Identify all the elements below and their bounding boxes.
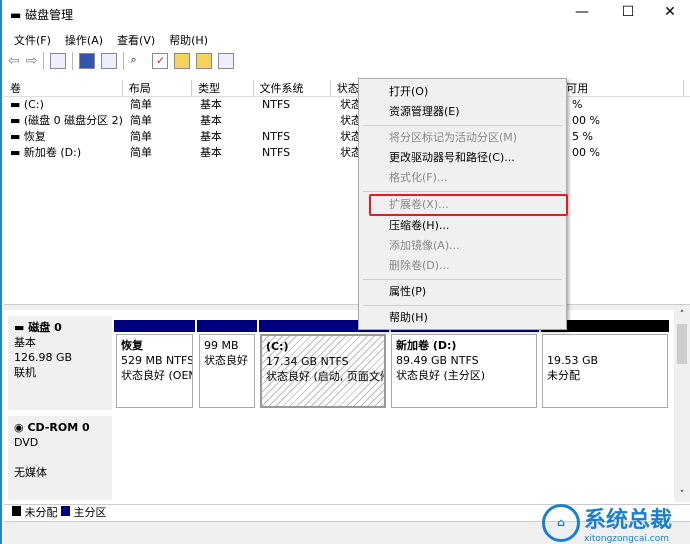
close-button[interactable]: ✕: [650, 4, 690, 20]
col-free[interactable]: 可用: [560, 80, 685, 96]
watermark-logo-icon: ⌂: [542, 504, 580, 542]
table-row[interactable]: ▬ (C:) 简单 基本 NTFS 状态%: [4, 97, 690, 113]
volume-list-header: 卷 布局 类型 文件系统 状态 可用: [4, 80, 690, 97]
partition-unallocated[interactable]: 19.53 GB 未分配: [542, 334, 668, 408]
console-tree-icon[interactable]: [50, 53, 67, 69]
volume-icon: ▬: [10, 98, 24, 111]
partition-recovery[interactable]: 恢复 529 MB NTFS 状态良好 (OEM: [116, 334, 193, 408]
menu-item-mark-active: 将分区标记为活动分区(M): [389, 131, 518, 144]
context-menu: 打开(O) 资源管理器(E) 将分区标记为活动分区(M) 更改驱动器号和路径(C…: [358, 78, 568, 330]
menu-file[interactable]: 文件(F): [14, 32, 51, 48]
properties-icon[interactable]: [218, 53, 235, 69]
maximize-button[interactable]: ☐: [608, 4, 648, 20]
table-row[interactable]: ▬ (磁盘 0 磁盘分区 2) 简单 基本 状态 00 %: [4, 113, 690, 129]
menu-item-add-mirror: 添加镜像(A)...: [389, 239, 460, 252]
forward-icon[interactable]: ⇨: [26, 53, 38, 69]
table-row[interactable]: ▬ 恢复 简单 基本 NTFS 状态 5 %: [4, 129, 690, 145]
col-type[interactable]: 类型: [192, 80, 254, 96]
highlight-box: [369, 194, 568, 216]
partition-c[interactable]: (C:) 17.34 GB NTFS 状态良好 (启动, 页面文件: [260, 334, 386, 408]
menu-help[interactable]: 帮助(H): [169, 32, 208, 48]
table-row[interactable]: ▬ 新加卷 (D:) 简单 基本 NTFS 状态 00 %: [4, 145, 690, 161]
app-icon: ▬: [10, 8, 26, 22]
minimize-button[interactable]: —: [562, 4, 602, 20]
menu-item-delete-volume: 删除卷(D)...: [389, 259, 450, 272]
check-icon[interactable]: ✓: [152, 53, 169, 69]
menu-item-change-drive-letter[interactable]: 更改驱动器号和路径(C)...: [389, 148, 515, 168]
legend-primary-swatch: [61, 506, 70, 516]
menu-item-format: 格式化(F)...: [389, 171, 448, 184]
window-title: ▬ 磁盘管理: [10, 8, 74, 22]
action-pane-icon[interactable]: [101, 53, 118, 69]
menu-item-open[interactable]: 打开(O): [389, 82, 428, 102]
help-icon[interactable]: [79, 53, 96, 69]
menu-action[interactable]: 操作(A): [65, 32, 103, 48]
disk-icon: ▬: [14, 321, 29, 334]
col-filesystem[interactable]: 文件系统: [254, 80, 331, 96]
search-icon[interactable]: [196, 53, 213, 69]
cdrom-label[interactable]: ◉ CD-ROM 0 DVD 无媒体: [8, 416, 112, 500]
menu-bar: 文件(F) 操作(A) 查看(V) 帮助(H): [14, 32, 208, 48]
col-layout[interactable]: 布局: [123, 80, 193, 96]
scrollbar[interactable]: ˄ ˅: [674, 310, 690, 502]
col-volume[interactable]: 卷: [4, 80, 123, 96]
connect-icon[interactable]: ⌕: [130, 53, 146, 69]
menu-item-explorer[interactable]: 资源管理器(E): [389, 102, 460, 122]
partition-d[interactable]: 新加卷 (D:) 89.49 GB NTFS 状态良好 (主分区): [391, 334, 537, 408]
toolbar: ⇦ ⇨ ⌕ ✓: [8, 50, 235, 72]
disk-management-window: ▬ 磁盘管理 — ☐ ✕ 文件(F) 操作(A) 查看(V) 帮助(H) ⇦ ⇨…: [0, 0, 690, 544]
legend-unallocated-swatch: [12, 506, 21, 516]
menu-item-help[interactable]: 帮助(H): [389, 308, 428, 328]
menu-item-properties[interactable]: 属性(P): [389, 282, 426, 302]
menu-item-shrink-volume[interactable]: 压缩卷(H)...: [389, 216, 449, 236]
back-icon[interactable]: ⇦: [8, 53, 20, 69]
rescan-icon[interactable]: [174, 53, 191, 69]
watermark: ⌂ 系统总裁 xitongzongcai.com: [542, 502, 672, 544]
cdrom-icon: ◉: [14, 421, 28, 434]
partition-efi[interactable]: 99 MB 状态良好: [199, 334, 255, 408]
disk0-label[interactable]: ▬ 磁盘 0 基本 126.98 GB 联机: [8, 316, 112, 410]
menu-view[interactable]: 查看(V): [117, 32, 155, 48]
volume-icon: ▬: [10, 130, 24, 143]
volume-icon: ▬: [10, 114, 24, 127]
volume-icon: ▬: [10, 146, 24, 159]
